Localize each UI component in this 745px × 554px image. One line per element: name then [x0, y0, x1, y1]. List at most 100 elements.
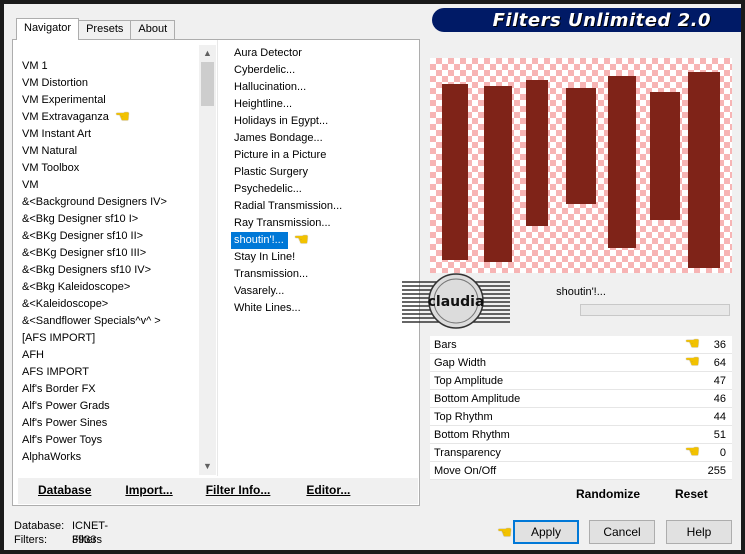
category-label: Alf's Border FX: [22, 383, 96, 395]
category-item[interactable]: AFH: [19, 347, 199, 364]
preview-bar: [442, 84, 468, 260]
param-value[interactable]: 64: [714, 354, 726, 372]
cancel-button[interactable]: Cancel: [589, 520, 655, 544]
filter-item[interactable]: James Bondage...: [231, 130, 416, 147]
category-item[interactable]: &<Bkg Designers sf10 IV>: [19, 262, 199, 279]
category-item[interactable]: VM Instant Art: [19, 126, 199, 143]
filter-item[interactable]: Radial Transmission...: [231, 198, 416, 215]
param-value[interactable]: 46: [714, 390, 726, 408]
filter-row: Holidays in Egypt...: [231, 113, 416, 130]
tab-about[interactable]: About: [130, 20, 176, 40]
pointing-hand-icon: ☚: [684, 352, 700, 371]
filter-item[interactable]: Holidays in Egypt...: [231, 113, 416, 130]
category-item[interactable]: &<Sandflower Specials^v^ >: [19, 313, 199, 330]
filter-item[interactable]: Stay In Line!: [231, 249, 416, 266]
category-label: VM Distortion: [22, 77, 89, 89]
category-label: VM: [22, 179, 39, 191]
param-value[interactable]: 36: [714, 336, 726, 354]
filter-row: Psychedelic...: [231, 181, 416, 198]
apply-button[interactable]: Apply: [513, 520, 579, 544]
tab-bar: Navigator Presets About: [16, 18, 176, 40]
filter-item[interactable]: Picture in a Picture: [231, 147, 416, 164]
filters-count: 3933: [72, 534, 97, 546]
filter-item[interactable]: White Lines...: [231, 300, 416, 317]
param-row[interactable]: Gap Width ☚ 64: [430, 352, 732, 372]
param-row[interactable]: Move On/Off 255: [430, 462, 732, 480]
filter-row: Radial Transmission...: [231, 198, 416, 215]
category-item[interactable]: AlphaWorks: [19, 449, 199, 466]
filter-item[interactable]: shoutin'!...: [231, 232, 288, 249]
filter-item[interactable]: Plastic Surgery: [231, 164, 416, 181]
category-item[interactable]: AFS IMPORT: [19, 364, 199, 381]
category-item[interactable]: VM Experimental: [19, 92, 199, 109]
category-item[interactable]: &<Bkg Designer sf10 I>: [19, 211, 199, 228]
param-value[interactable]: 47: [714, 372, 726, 390]
param-row[interactable]: Bottom Amplitude 46: [430, 390, 732, 408]
param-row[interactable]: Top Amplitude 47: [430, 372, 732, 390]
param-value[interactable]: 255: [708, 462, 726, 480]
reset-button[interactable]: Reset: [675, 487, 708, 501]
help-button[interactable]: Help: [666, 520, 732, 544]
param-value[interactable]: 51: [714, 426, 726, 444]
pointing-hand-icon: ☚: [114, 107, 131, 127]
filter-info-button[interactable]: Filter Info...: [206, 478, 271, 504]
category-item[interactable]: &<Kaleidoscope>: [19, 296, 199, 313]
category-item[interactable]: Alf's Power Sines: [19, 415, 199, 432]
category-item[interactable]: &<Bkg Kaleidoscope>: [19, 279, 199, 296]
filters-label: Filters:: [14, 534, 47, 546]
category-item[interactable]: Alf's Power Toys: [19, 432, 199, 449]
filter-item[interactable]: Vasarely...: [231, 283, 416, 300]
category-label: &<BKg Designer sf10 II>: [22, 230, 144, 242]
category-item[interactable]: VM: [19, 177, 199, 194]
title-banner: Filters Unlimited 2.0: [432, 8, 741, 32]
param-row[interactable]: Top Rhythm 44: [430, 408, 732, 426]
filter-item[interactable]: Hallucination...: [231, 79, 416, 96]
category-item[interactable]: VM Distortion: [19, 75, 199, 92]
category-scrollbar[interactable]: ▲ ▼: [199, 45, 216, 475]
category-item[interactable]: VM Extravaganza ☚: [19, 107, 199, 127]
category-item[interactable]: VM Natural: [19, 143, 199, 160]
category-label: &<Kaleidoscope>: [22, 298, 109, 310]
scroll-up-icon[interactable]: ▲: [199, 45, 216, 62]
param-label: Gap Width: [434, 357, 486, 369]
param-value[interactable]: 0: [720, 444, 726, 462]
filter-row: Ray Transmission...: [231, 215, 416, 232]
category-item[interactable]: Alf's Power Grads: [19, 398, 199, 415]
category-label: AFH: [22, 349, 44, 361]
filter-preview: [430, 58, 732, 273]
filter-row: James Bondage...: [231, 130, 416, 147]
filter-row: Heightline...: [231, 96, 416, 113]
category-item[interactable]: VM Toolbox: [19, 160, 199, 177]
category-label: &<Bkg Kaleidoscope>: [22, 281, 131, 293]
randomize-button[interactable]: Randomize: [576, 487, 640, 501]
filter-row: Hallucination...: [231, 79, 416, 96]
filter-row: shoutin'!... ☚: [231, 231, 416, 249]
param-label: Top Amplitude: [434, 375, 504, 387]
category-item[interactable]: &<BKg Designer sf10 III>: [19, 245, 199, 262]
editor-button[interactable]: Editor...: [306, 478, 350, 504]
filter-row: Vasarely...: [231, 283, 416, 300]
filter-item[interactable]: Psychedelic...: [231, 181, 416, 198]
param-row[interactable]: Transparency ☚ 0: [430, 443, 732, 462]
scroll-down-icon[interactable]: ▼: [199, 458, 216, 475]
param-value[interactable]: 44: [714, 408, 726, 426]
scrollbar-thumb[interactable]: [201, 62, 214, 106]
param-label: Bottom Amplitude: [434, 393, 521, 405]
filter-item[interactable]: Cyberdelic...: [231, 62, 416, 79]
tab-navigator[interactable]: Navigator: [16, 18, 80, 40]
category-list[interactable]: VM 1 VM Distortion VM Experimental VM Extra…: [19, 58, 199, 472]
category-item[interactable]: VM 1: [19, 58, 199, 75]
tab-presets[interactable]: Presets: [78, 20, 132, 40]
filter-item[interactable]: Aura Detector: [231, 45, 416, 62]
filter-list[interactable]: Aura Detector Cyberdelic... Hallucination.…: [231, 45, 416, 345]
filter-item[interactable]: Transmission...: [231, 266, 416, 283]
database-button[interactable]: Database: [38, 478, 91, 504]
param-label: Bottom Rhythm: [434, 429, 510, 441]
filter-item[interactable]: Heightline...: [231, 96, 416, 113]
category-item[interactable]: [AFS IMPORT]: [19, 330, 199, 347]
filter-item[interactable]: Ray Transmission...: [231, 215, 416, 232]
category-item[interactable]: Alf's Border FX: [19, 381, 199, 398]
category-item[interactable]: &<BKg Designer sf10 II>: [19, 228, 199, 245]
category-item[interactable]: &<Background Designers IV>: [19, 194, 199, 211]
import-button[interactable]: Import...: [125, 478, 172, 504]
